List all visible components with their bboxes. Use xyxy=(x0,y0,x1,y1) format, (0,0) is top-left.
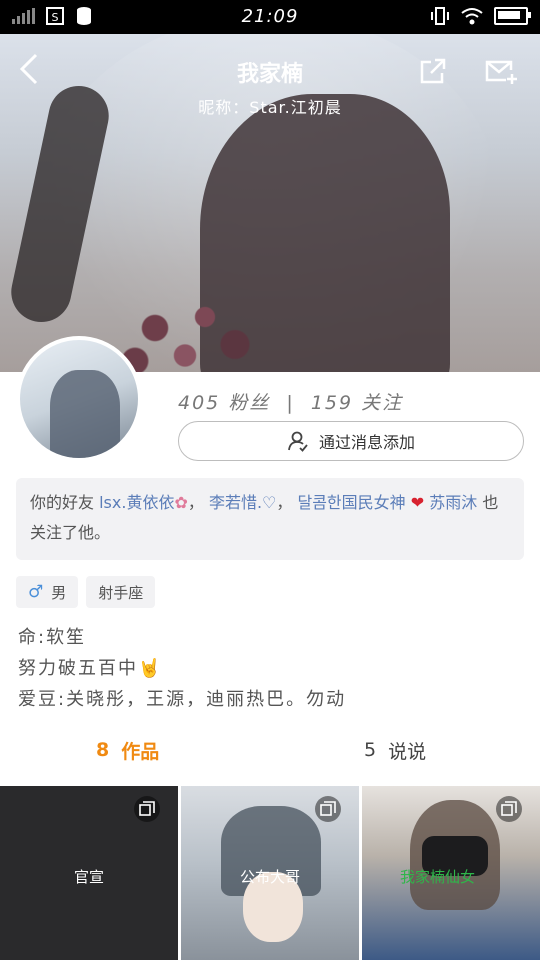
add-button-label: 通过消息添加 xyxy=(318,433,415,452)
grid-item[interactable]: 官宣 xyxy=(0,786,178,960)
zodiac-label: 射手座 xyxy=(98,583,144,602)
multi-image-icon xyxy=(496,796,522,822)
stats-separator: | xyxy=(286,392,295,414)
multi-image-icon xyxy=(315,796,341,822)
bio-line-2: 努力破五百中 xyxy=(18,658,138,679)
multi-image-icon xyxy=(134,796,160,822)
person-add-icon xyxy=(288,431,308,452)
zodiac-tag: 射手座 xyxy=(86,576,156,608)
friends-prefix: 你的好友 xyxy=(30,493,95,512)
follow-label[interactable]: 关注 xyxy=(361,392,403,414)
grid-item-label: 官宣 xyxy=(73,868,104,886)
status-bar: S 21:09 xyxy=(0,0,540,34)
profile-tags: ♂ 男 射手座 xyxy=(16,576,156,608)
flower-icon: ✿ xyxy=(174,493,188,512)
content-tabs: 8 作品 5 说说 xyxy=(0,730,540,770)
works-grid: 官宣 公布大哥 我家楠仙女 xyxy=(0,786,540,960)
mail-plus-icon xyxy=(485,60,517,84)
grid-item[interactable]: 我家楠仙女 xyxy=(362,786,540,960)
gender-tag: ♂ 男 xyxy=(16,576,79,608)
share-icon xyxy=(420,58,446,84)
bio-line-1: 命:软笙 xyxy=(18,627,87,648)
friend-link[interactable]: 李若惜.♡ xyxy=(209,493,276,512)
follow-stats: 405 粉丝 | 159 关注 xyxy=(178,388,403,415)
nickname: 昵称：Star.江初晨 xyxy=(198,98,342,117)
battery-icon xyxy=(494,7,531,25)
tab-works[interactable]: 8 作品 xyxy=(96,730,159,770)
status-right xyxy=(430,6,531,26)
posts-label: 说说 xyxy=(388,740,427,763)
avatar[interactable] xyxy=(16,336,142,462)
wifi-icon xyxy=(461,8,483,25)
mutual-friends: 你的好友 lsx.黄依依✿， 李若惜.♡， 달콤한国民女神 ❤ 苏雨沐 也关注了… xyxy=(16,478,524,560)
male-icon: ♂ xyxy=(28,582,44,602)
bio: 命:软笙 努力破五百中🤘 爱豆:关晓彤，王源，迪丽热巴。勿动 xyxy=(18,622,346,715)
grid-item-label: 公布大哥 xyxy=(239,868,300,886)
message-button[interactable] xyxy=(484,56,518,86)
bio-line-2-row: 努力破五百中🤘 xyxy=(18,653,346,684)
grid-item-label: 我家楠仙女 xyxy=(400,868,476,886)
share-button[interactable] xyxy=(418,56,448,86)
tab-posts[interactable]: 5 说说 xyxy=(364,730,426,770)
rock-hand-icon: 🤘 xyxy=(138,658,163,679)
works-label: 作品 xyxy=(121,740,160,763)
friend-link[interactable]: 달콤한国民女神 xyxy=(297,493,405,512)
follow-count[interactable]: 159 xyxy=(311,392,353,414)
posts-count: 5 xyxy=(364,739,377,761)
friend-link[interactable]: lsx.黄依依 xyxy=(99,493,174,512)
vibrate-icon xyxy=(431,7,449,25)
works-count: 8 xyxy=(96,739,110,761)
grid-item[interactable]: 公布大哥 xyxy=(181,786,359,960)
page-title: 我家楠 xyxy=(236,62,303,87)
add-via-message-button[interactable]: 通过消息添加 xyxy=(178,421,524,461)
heart-icon: ❤ xyxy=(410,493,425,512)
fans-count[interactable]: 405 xyxy=(178,392,220,414)
fans-label[interactable]: 粉丝 xyxy=(228,392,270,414)
friend-link[interactable]: 苏雨沐 xyxy=(429,493,477,512)
gender-label: 男 xyxy=(51,583,67,602)
bio-line-3: 爱豆:关晓彤，王源，迪丽热巴。勿动 xyxy=(18,689,347,710)
